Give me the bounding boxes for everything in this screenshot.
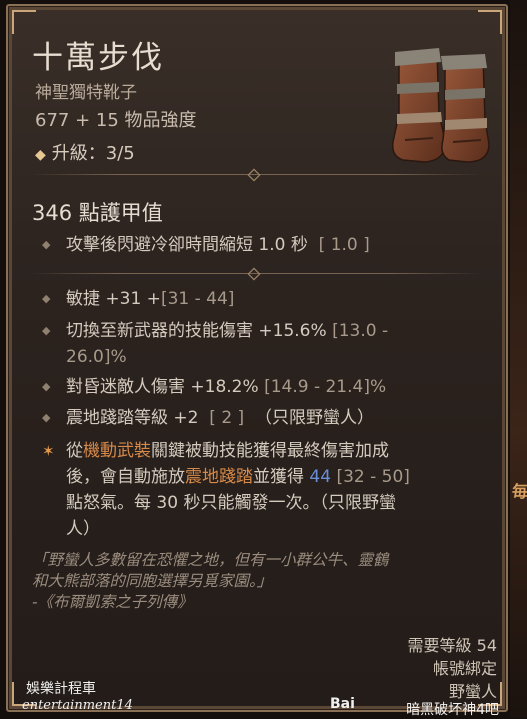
watermark-logo: Bai: [330, 696, 355, 712]
background-text: 毎: [512, 482, 527, 501]
diamond-bullet-icon: ◆: [42, 292, 51, 305]
account-bound: 帳號綁定: [432, 659, 497, 678]
watermark-text: entertainment14: [22, 698, 133, 713]
flavor-text: 「野蠻人多數留在恐懼之地，但有一小群公牛、靈鶴 和大熊部落的同胞選擇另覓家園。」…: [32, 551, 389, 611]
diamond-bullet-icon: ◆: [42, 411, 51, 424]
armor-value: 346 點護甲值: [32, 201, 163, 225]
frame-corner: [478, 10, 502, 34]
boots-icon: [391, 48, 490, 163]
diamond-bullet-icon: ◆: [42, 380, 51, 393]
watermark-text: 娛樂計程車: [26, 681, 96, 697]
diamond-icon: ◆: [35, 147, 46, 163]
required-level: 需要等級 54: [407, 636, 497, 655]
frame-corner: [12, 10, 36, 34]
item-name: 十萬步伐: [32, 40, 164, 76]
diamond-bullet-icon: ◆: [42, 238, 51, 251]
item-power: 677 + 15 物品強度: [35, 110, 197, 131]
upgrade-label: 升級：3/5: [51, 143, 135, 164]
diamond-bullet-icon: ◆: [42, 324, 51, 337]
section-divider: [30, 168, 480, 182]
upgrade-status: ◆ 升級：3/5: [35, 139, 135, 165]
star-icon: ✶: [42, 442, 55, 460]
watermark-forum: 暗黑破坏神4吧: [406, 702, 499, 718]
background-edge: 毎: [510, 0, 527, 718]
section-divider: [30, 267, 480, 281]
item-type: 神聖獨特靴子: [35, 83, 137, 103]
